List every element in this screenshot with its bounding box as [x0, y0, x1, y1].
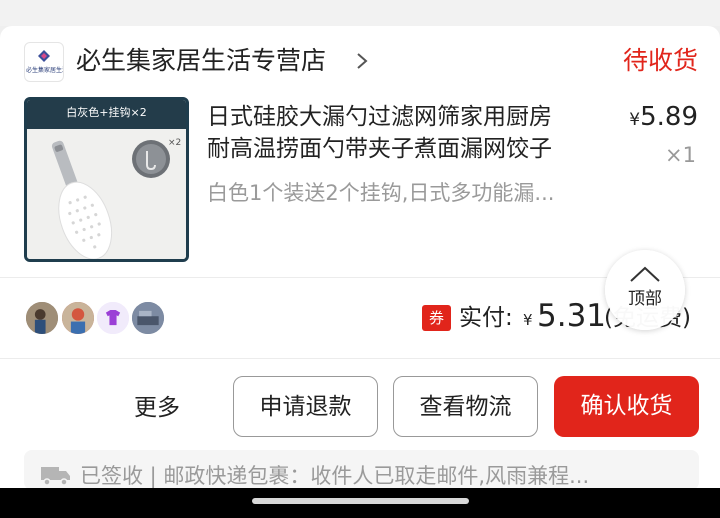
- price-symbol: ¥: [629, 110, 641, 130]
- logistics-text: 已签收 | 邮政快递包裹：收件人已取走邮件,风雨兼程...: [80, 464, 590, 488]
- truck-icon: [41, 467, 70, 486]
- coupon-badge: 券: [422, 305, 451, 331]
- paid-label: 实付:: [459, 305, 513, 331]
- avatar: [24, 300, 60, 336]
- avatar: [60, 300, 96, 336]
- product-image-banner-text: 白灰色+挂钩×2: [66, 106, 147, 119]
- home-gesture-pill[interactable]: [252, 498, 469, 504]
- product-title-line: 日式硅胶大漏勺过滤网筛家用厨房: [207, 104, 552, 130]
- confirm-receipt-button[interactable]: 确认收货: [554, 376, 699, 437]
- shop-logo-text: 必生集家居生活: [26, 67, 64, 74]
- shop-logo[interactable]: 必生集家居生活: [24, 42, 64, 82]
- view-logistics-button[interactable]: 查看物流: [393, 376, 538, 437]
- request-refund-button[interactable]: 申请退款: [233, 376, 378, 437]
- avatar-image: [62, 302, 94, 334]
- divider: [0, 358, 720, 359]
- product-title[interactable]: 日式硅胶大漏勺过滤网筛家用厨房 耐高温捞面勺带夹子煮面漏网饺子: [207, 101, 617, 165]
- avatar: [130, 300, 166, 336]
- ladle-illustration: [27, 129, 186, 259]
- top-spacer: [0, 0, 720, 26]
- paid-currency-symbol: ¥: [523, 311, 533, 329]
- product-spec: 白色1个装送2个挂钩,日式多功能漏...: [207, 181, 555, 205]
- product-quantity: ×1: [665, 143, 696, 167]
- back-to-top-label: 顶部: [628, 289, 662, 309]
- product-title-line: 耐高温捞面勺带夹子煮面漏网饺子: [207, 136, 552, 162]
- avatar: [95, 300, 131, 336]
- product-price: ¥5.89: [629, 100, 698, 137]
- product-image-badge: ×2: [168, 138, 182, 148]
- logistics-summary[interactable]: 已签收 | 邮政快递包裹：收件人已取走邮件,风雨兼程...: [24, 450, 699, 490]
- chevron-up-icon: [630, 266, 660, 282]
- avatar-image: [26, 302, 58, 334]
- paid-amount: 5.31: [537, 298, 607, 334]
- order-status: 待收货: [622, 46, 698, 75]
- avatar-image: [132, 302, 164, 334]
- shop-logo-mark: [38, 50, 50, 62]
- avatar-image: [97, 302, 129, 334]
- back-to-top-button[interactable]: 顶部: [605, 250, 685, 330]
- product-image[interactable]: 白灰色+挂钩×2 ×2: [24, 97, 189, 262]
- price-value: 5.89: [640, 102, 698, 132]
- more-button[interactable]: 更多: [134, 391, 180, 425]
- shop-name[interactable]: 必生集家居生活专营店: [76, 44, 326, 78]
- chevron-right-icon[interactable]: [352, 51, 372, 71]
